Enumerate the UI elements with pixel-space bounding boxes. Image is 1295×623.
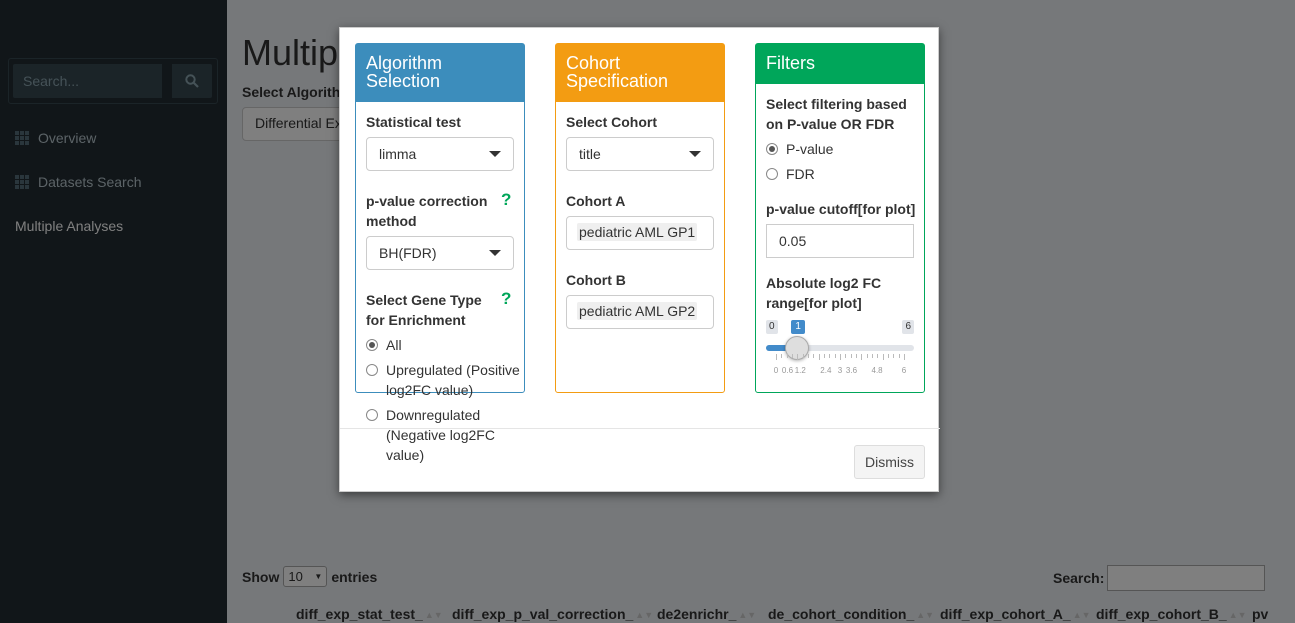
modal-footer: Dismiss	[340, 428, 940, 493]
slider-tick	[776, 354, 777, 360]
gene-type-option-all[interactable]: All	[366, 335, 521, 355]
slider-value-label: 1	[791, 320, 805, 334]
slider-grid-label: 1.2	[794, 366, 806, 375]
help-icon[interactable]: ?	[501, 190, 511, 210]
stat-test-value: limma	[379, 146, 417, 162]
cohort-b-select[interactable]: pediatric AML GP2	[566, 295, 714, 329]
chevron-down-icon	[489, 250, 501, 256]
radio-unchecked-icon	[366, 364, 378, 376]
slider-min-label: 0	[766, 320, 778, 334]
slider-tick	[808, 354, 809, 358]
slider-tick	[781, 354, 783, 358]
pvalue-cutoff-input[interactable]	[766, 224, 914, 258]
pvalue-cutoff-label: p-value cutoff[for plot]	[766, 201, 916, 217]
slider-grid-label: 3	[837, 366, 843, 375]
cohort-condition-value: title	[579, 146, 601, 162]
slider-tick	[898, 354, 900, 358]
cohort-b-label: Cohort B	[566, 272, 626, 288]
cohort-a-select[interactable]: pediatric AML GP1	[566, 216, 714, 250]
filters-box: Filters Select filtering based on P-valu…	[755, 43, 925, 393]
stat-test-select[interactable]: limma	[366, 137, 514, 171]
slider-tick	[861, 354, 863, 360]
pval-correction-select[interactable]: BH(FDR)	[366, 236, 514, 270]
log2fc-slider[interactable]: 0 6 1 0 0.6 1.2 2.4 3 3.6 4.8 6	[766, 320, 914, 380]
stat-test-label: Statistical test	[366, 114, 461, 130]
slider-tick	[840, 354, 841, 360]
slider-tick	[845, 354, 847, 358]
radio-unchecked-icon	[766, 168, 778, 180]
slider-grid-label: 2.4	[820, 366, 832, 375]
slider-tick	[824, 354, 825, 358]
slider-grid-label: 6	[901, 366, 907, 375]
gene-type-label: Select Gene Type for Enrichment	[366, 292, 482, 328]
slider-grid-label: 3.6	[845, 366, 858, 375]
slider-tick	[872, 354, 873, 358]
box-title: Algorithm Selection	[356, 44, 524, 102]
slider-grid-label: 4.8	[871, 366, 883, 375]
slider-tick	[904, 354, 905, 360]
box-title: Cohort Specification	[556, 44, 724, 102]
log2fc-range-label: Absolute log2 FC range[for plot]	[766, 275, 882, 311]
filter-option-pvalue[interactable]: P-value	[766, 139, 833, 159]
cohort-condition-select[interactable]: title	[566, 137, 714, 171]
slider-tick	[893, 354, 895, 358]
slider-tick	[829, 354, 831, 358]
cohort-b-chip[interactable]: pediatric AML GP2	[577, 302, 698, 320]
slider-tick	[786, 354, 788, 358]
slider-grid-label: 0.6	[781, 366, 794, 375]
slider-tick	[866, 354, 868, 358]
algorithm-selection-box: Algorithm Selection Statistical test lim…	[355, 43, 525, 463]
slider-tick	[850, 354, 852, 358]
slider-tick	[882, 354, 884, 360]
radio-unchecked-icon	[366, 409, 378, 421]
settings-modal: Algorithm Selection Statistical test lim…	[339, 27, 940, 493]
cohort-a-label: Cohort A	[566, 193, 626, 209]
slider-tick	[877, 354, 879, 358]
gene-type-option-upregulated[interactable]: Upregulated (Positive log2FC value)	[366, 360, 521, 400]
slider-max-label: 6	[902, 320, 914, 334]
slider-tick	[802, 354, 804, 358]
box-title: Filters	[756, 44, 924, 84]
slider-tick	[792, 354, 793, 358]
chevron-down-icon	[689, 151, 701, 157]
pval-correction-label: p-value correction method	[366, 193, 488, 229]
slider-tick	[888, 354, 889, 358]
slider-tick	[818, 354, 820, 360]
filter-option-fdr[interactable]: FDR	[766, 164, 815, 184]
slider-tick	[813, 354, 815, 358]
filter-type-label: Select filtering based on P-value OR FDR	[766, 96, 907, 132]
slider-tick	[797, 354, 799, 360]
slider-tick	[856, 354, 857, 358]
slider-grid-label: 0	[773, 366, 779, 375]
dismiss-button[interactable]: Dismiss	[854, 445, 925, 479]
cohort-specification-box: Cohort Specification Select Cohort Condi…	[555, 43, 725, 393]
pval-correction-value: BH(FDR)	[379, 245, 437, 261]
slider-tick	[834, 354, 836, 358]
radio-checked-icon	[766, 143, 778, 155]
radio-checked-icon	[366, 339, 378, 351]
cohort-a-chip[interactable]: pediatric AML GP1	[577, 223, 698, 241]
help-icon[interactable]: ?	[501, 289, 511, 309]
chevron-down-icon	[489, 151, 501, 157]
